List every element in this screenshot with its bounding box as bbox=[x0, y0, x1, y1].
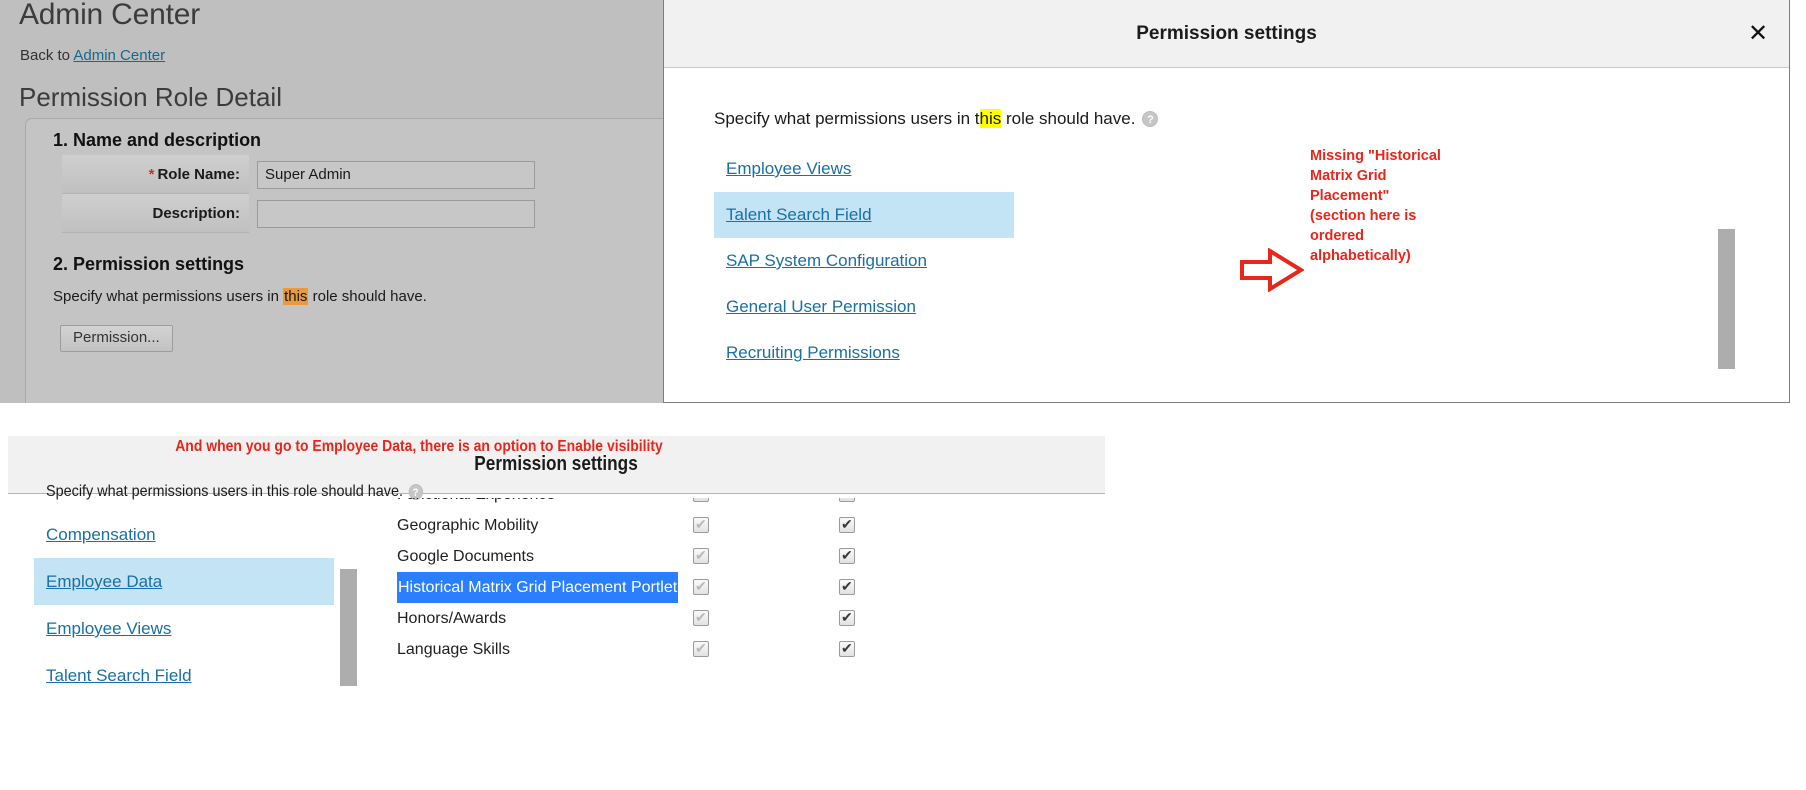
breadcrumb-link-admin-center[interactable]: Admin Center bbox=[73, 47, 165, 64]
permission-checkbox-b[interactable] bbox=[839, 498, 855, 502]
permission-button[interactable]: Permission... bbox=[60, 325, 173, 352]
bottom-dialog-permission-list: Functional Experience Geographic Mobilit… bbox=[397, 498, 997, 665]
table-row: Honors/Awards bbox=[397, 603, 997, 634]
sidebar-item-talent-search-field[interactable]: Talent Search Field bbox=[714, 192, 1014, 238]
annotation-line: Placement" bbox=[1310, 188, 1390, 204]
permission-checkbox-a[interactable] bbox=[693, 639, 709, 657]
section-1-title: 1. Name and description bbox=[53, 130, 262, 150]
table-row: Functional Experience bbox=[397, 498, 997, 510]
top-dialog-nav-list: Employee Views Talent Search Field SAP S… bbox=[714, 146, 1014, 376]
permission-role-detail-heading: Permission Role Detail bbox=[19, 82, 282, 112]
permission-label: Honors/Awards bbox=[397, 610, 507, 627]
bottom-dialog-scrollbar-thumb[interactable] bbox=[340, 569, 357, 686]
breadcrumb-prefix: Back to bbox=[20, 47, 74, 64]
annotation-line: alphabetically) bbox=[1310, 248, 1411, 264]
section-2-description: Specify what permissions users in this r… bbox=[53, 288, 427, 305]
description-label: Description: bbox=[62, 194, 249, 233]
role-name-label: * Role Name: bbox=[62, 155, 249, 194]
bottom-composite-section: Permission settings And when you go to E… bbox=[0, 403, 1806, 790]
sidebar-item-employee-views[interactable]: Employee Views bbox=[34, 605, 334, 652]
description-input[interactable] bbox=[257, 199, 535, 228]
permission-checkbox-a[interactable] bbox=[693, 577, 709, 595]
annotation-line: (section here is bbox=[1310, 208, 1417, 224]
bottom-specify-label: Specify what permissions users in this r… bbox=[46, 483, 403, 500]
role-name-cell bbox=[249, 155, 663, 194]
top-specify-pre: Specify what permissions users in t bbox=[714, 109, 980, 128]
top-dialog-body: Specify what permissions users in this r… bbox=[664, 68, 1789, 402]
bottom-dialog-specify-text: Specify what permissions users in this r… bbox=[46, 483, 423, 501]
permission-checkbox-a[interactable] bbox=[693, 546, 709, 564]
permission-checkbox-a[interactable] bbox=[693, 608, 709, 626]
help-icon[interactable]: ? bbox=[1142, 111, 1159, 127]
sidebar-item-compensation[interactable]: Compensation bbox=[34, 511, 334, 558]
top-dialog-specify-text: Specify what permissions users in this r… bbox=[714, 109, 1159, 129]
table-row: Language Skills bbox=[397, 634, 997, 665]
sidebar-item-sap-system-configuration[interactable]: SAP System Configuration bbox=[714, 238, 1014, 284]
page-title: Admin Center bbox=[19, 0, 201, 31]
specify-post: role should have. bbox=[308, 288, 427, 305]
top-annotation-text: Missing "Historical Matrix Grid Placemen… bbox=[1310, 146, 1450, 266]
permission-checkbox-b[interactable] bbox=[839, 577, 855, 595]
description-label-text: Description: bbox=[152, 204, 240, 222]
name-description-table: * Role Name: Description: bbox=[62, 155, 663, 233]
specify-pre: Specify what permissions users in bbox=[53, 288, 284, 305]
sidebar-item-general-user-permission[interactable]: General User Permission bbox=[714, 284, 1014, 330]
table-row-description: Description: bbox=[62, 194, 663, 233]
top-specify-post: role should have. bbox=[1001, 109, 1136, 128]
annotation-line: ordered bbox=[1310, 228, 1364, 244]
permission-checkbox-a[interactable] bbox=[693, 498, 709, 502]
top-dialog-header: Permission settings ✕ bbox=[664, 0, 1789, 68]
top-dialog-scrollbar-thumb[interactable] bbox=[1718, 229, 1735, 369]
permission-checkbox-a[interactable] bbox=[693, 515, 709, 533]
sidebar-item-employee-data[interactable]: Employee Data bbox=[34, 558, 334, 605]
top-composite-section: Admin Center Back to Admin Center Permis… bbox=[0, 0, 1806, 403]
permission-label: Geographic Mobility bbox=[397, 517, 539, 534]
permission-label: Functional Experience bbox=[397, 498, 555, 510]
permission-label: Google Documents bbox=[397, 548, 534, 565]
annotation-line: Missing "Historical bbox=[1310, 148, 1441, 164]
role-name-label-text: Role Name: bbox=[157, 165, 240, 183]
sidebar-item-employee-views[interactable]: Employee Views bbox=[714, 146, 1014, 192]
breadcrumb: Back to Admin Center bbox=[20, 47, 165, 64]
table-row-role-name: * Role Name: bbox=[62, 155, 663, 194]
permission-checkbox-b[interactable] bbox=[839, 546, 855, 564]
bottom-dialog-nav-list: Compensation Employee Data Employee View… bbox=[34, 511, 334, 699]
table-row: Historical Matrix Grid Placement Portlet bbox=[397, 572, 997, 603]
annotation-line: Matrix Grid bbox=[1310, 168, 1387, 184]
sidebar-item-talent-search-field[interactable]: Talent Search Field bbox=[34, 652, 334, 699]
specify-highlight: this bbox=[283, 288, 309, 305]
role-name-input[interactable] bbox=[257, 160, 535, 189]
top-specify-line: Specify what permissions users in this r… bbox=[714, 109, 1135, 129]
permission-checkbox-b[interactable] bbox=[839, 515, 855, 533]
table-row: Google Documents bbox=[397, 541, 997, 572]
screenshot-root: Admin Center Back to Admin Center Permis… bbox=[0, 0, 1806, 790]
top-permission-settings-dialog: Permission settings ✕ Specify what permi… bbox=[663, 0, 1790, 403]
right-arrow-annotation-icon bbox=[1240, 248, 1304, 292]
bottom-annotation-text: And when you go to Employee Data, there … bbox=[175, 438, 663, 455]
permission-checkbox-b[interactable] bbox=[839, 608, 855, 626]
description-cell bbox=[249, 194, 663, 233]
permission-label-selected: Historical Matrix Grid Placement Portlet bbox=[397, 572, 679, 603]
bottom-dialog-title: Permission settings bbox=[474, 453, 639, 475]
permission-label: Language Skills bbox=[397, 641, 510, 658]
admin-center-page: Admin Center Back to Admin Center Permis… bbox=[0, 0, 663, 403]
close-icon[interactable]: ✕ bbox=[1745, 21, 1771, 47]
sidebar-item-recruiting-permissions[interactable]: Recruiting Permissions bbox=[714, 330, 1014, 376]
top-dialog-title: Permission settings bbox=[1136, 22, 1317, 44]
permission-checkbox-b[interactable] bbox=[839, 639, 855, 657]
table-row: Geographic Mobility bbox=[397, 510, 997, 541]
top-specify-highlight: his bbox=[979, 109, 1002, 128]
section-2-title: 2. Permission settings bbox=[53, 254, 245, 274]
required-asterisk-icon: * bbox=[148, 165, 155, 183]
